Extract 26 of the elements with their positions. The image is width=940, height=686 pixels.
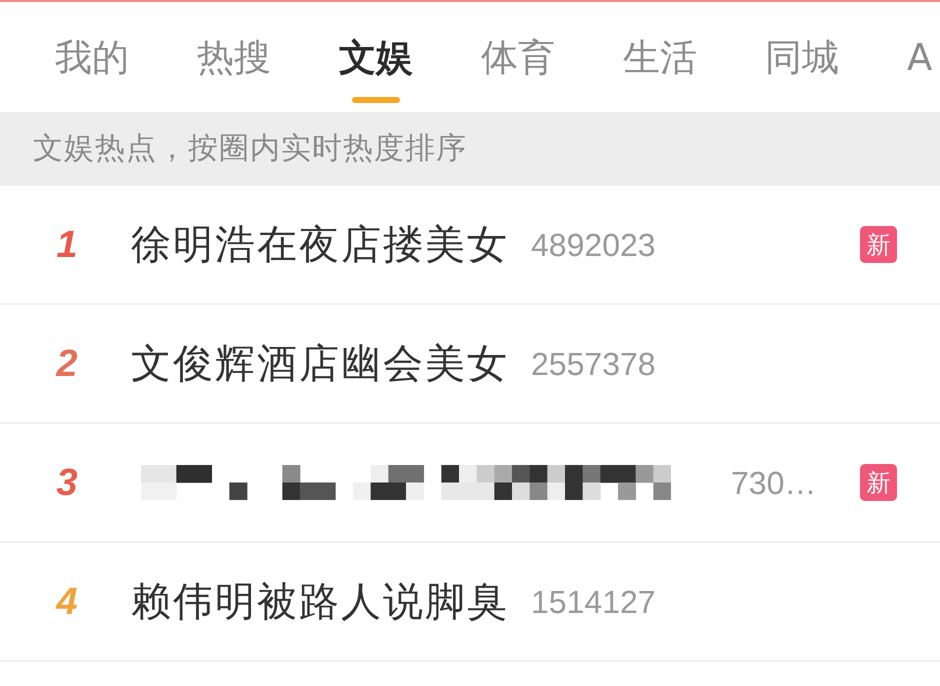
new-badge: 新 xyxy=(860,464,897,501)
topic-title: 文俊辉酒店幽会美女 xyxy=(131,340,509,388)
new-badge: 新 xyxy=(860,226,897,263)
topic-title: 徐明浩在夜店搂美女 xyxy=(131,220,509,270)
category-tab[interactable]: 体育 xyxy=(481,2,555,80)
category-tab[interactable]: 我的 xyxy=(55,2,129,80)
hot-search-item[interactable]: 2 文俊辉酒店幽会美女 2557378 xyxy=(0,305,940,424)
hint-banner: 文娱热点，按圈内实时热度排序 xyxy=(0,112,940,186)
active-tab-underline xyxy=(352,97,400,103)
heat-count: 1514127 xyxy=(531,582,656,622)
heat-count: 730… xyxy=(731,464,816,502)
heat-count: 2557378 xyxy=(531,344,656,384)
category-tab[interactable]: 热搜 xyxy=(197,2,271,80)
hot-search-item[interactable]: 4 赖伟明被路人说脚臭 1514127 xyxy=(0,543,940,662)
category-tab[interactable]: 文娱 xyxy=(339,2,413,103)
category-tab[interactable]: A xyxy=(907,2,932,80)
rank-number: 1 xyxy=(55,222,79,266)
heat-count: 4892023 xyxy=(531,226,656,264)
hot-search-item[interactable]: 1 徐明浩在夜店搂美女 4892023 新 xyxy=(0,186,940,305)
hot-search-item[interactable]: 3 730… 新 xyxy=(0,424,940,543)
rank-number: 3 xyxy=(55,460,79,504)
category-tab[interactable]: 同城 xyxy=(765,2,839,80)
rank-number: 2 xyxy=(54,342,79,386)
rank-number: 4 xyxy=(54,580,79,624)
category-tab[interactable]: 生活 xyxy=(623,2,697,80)
topic-title: 赖伟明被路人说脚臭 xyxy=(131,578,509,626)
